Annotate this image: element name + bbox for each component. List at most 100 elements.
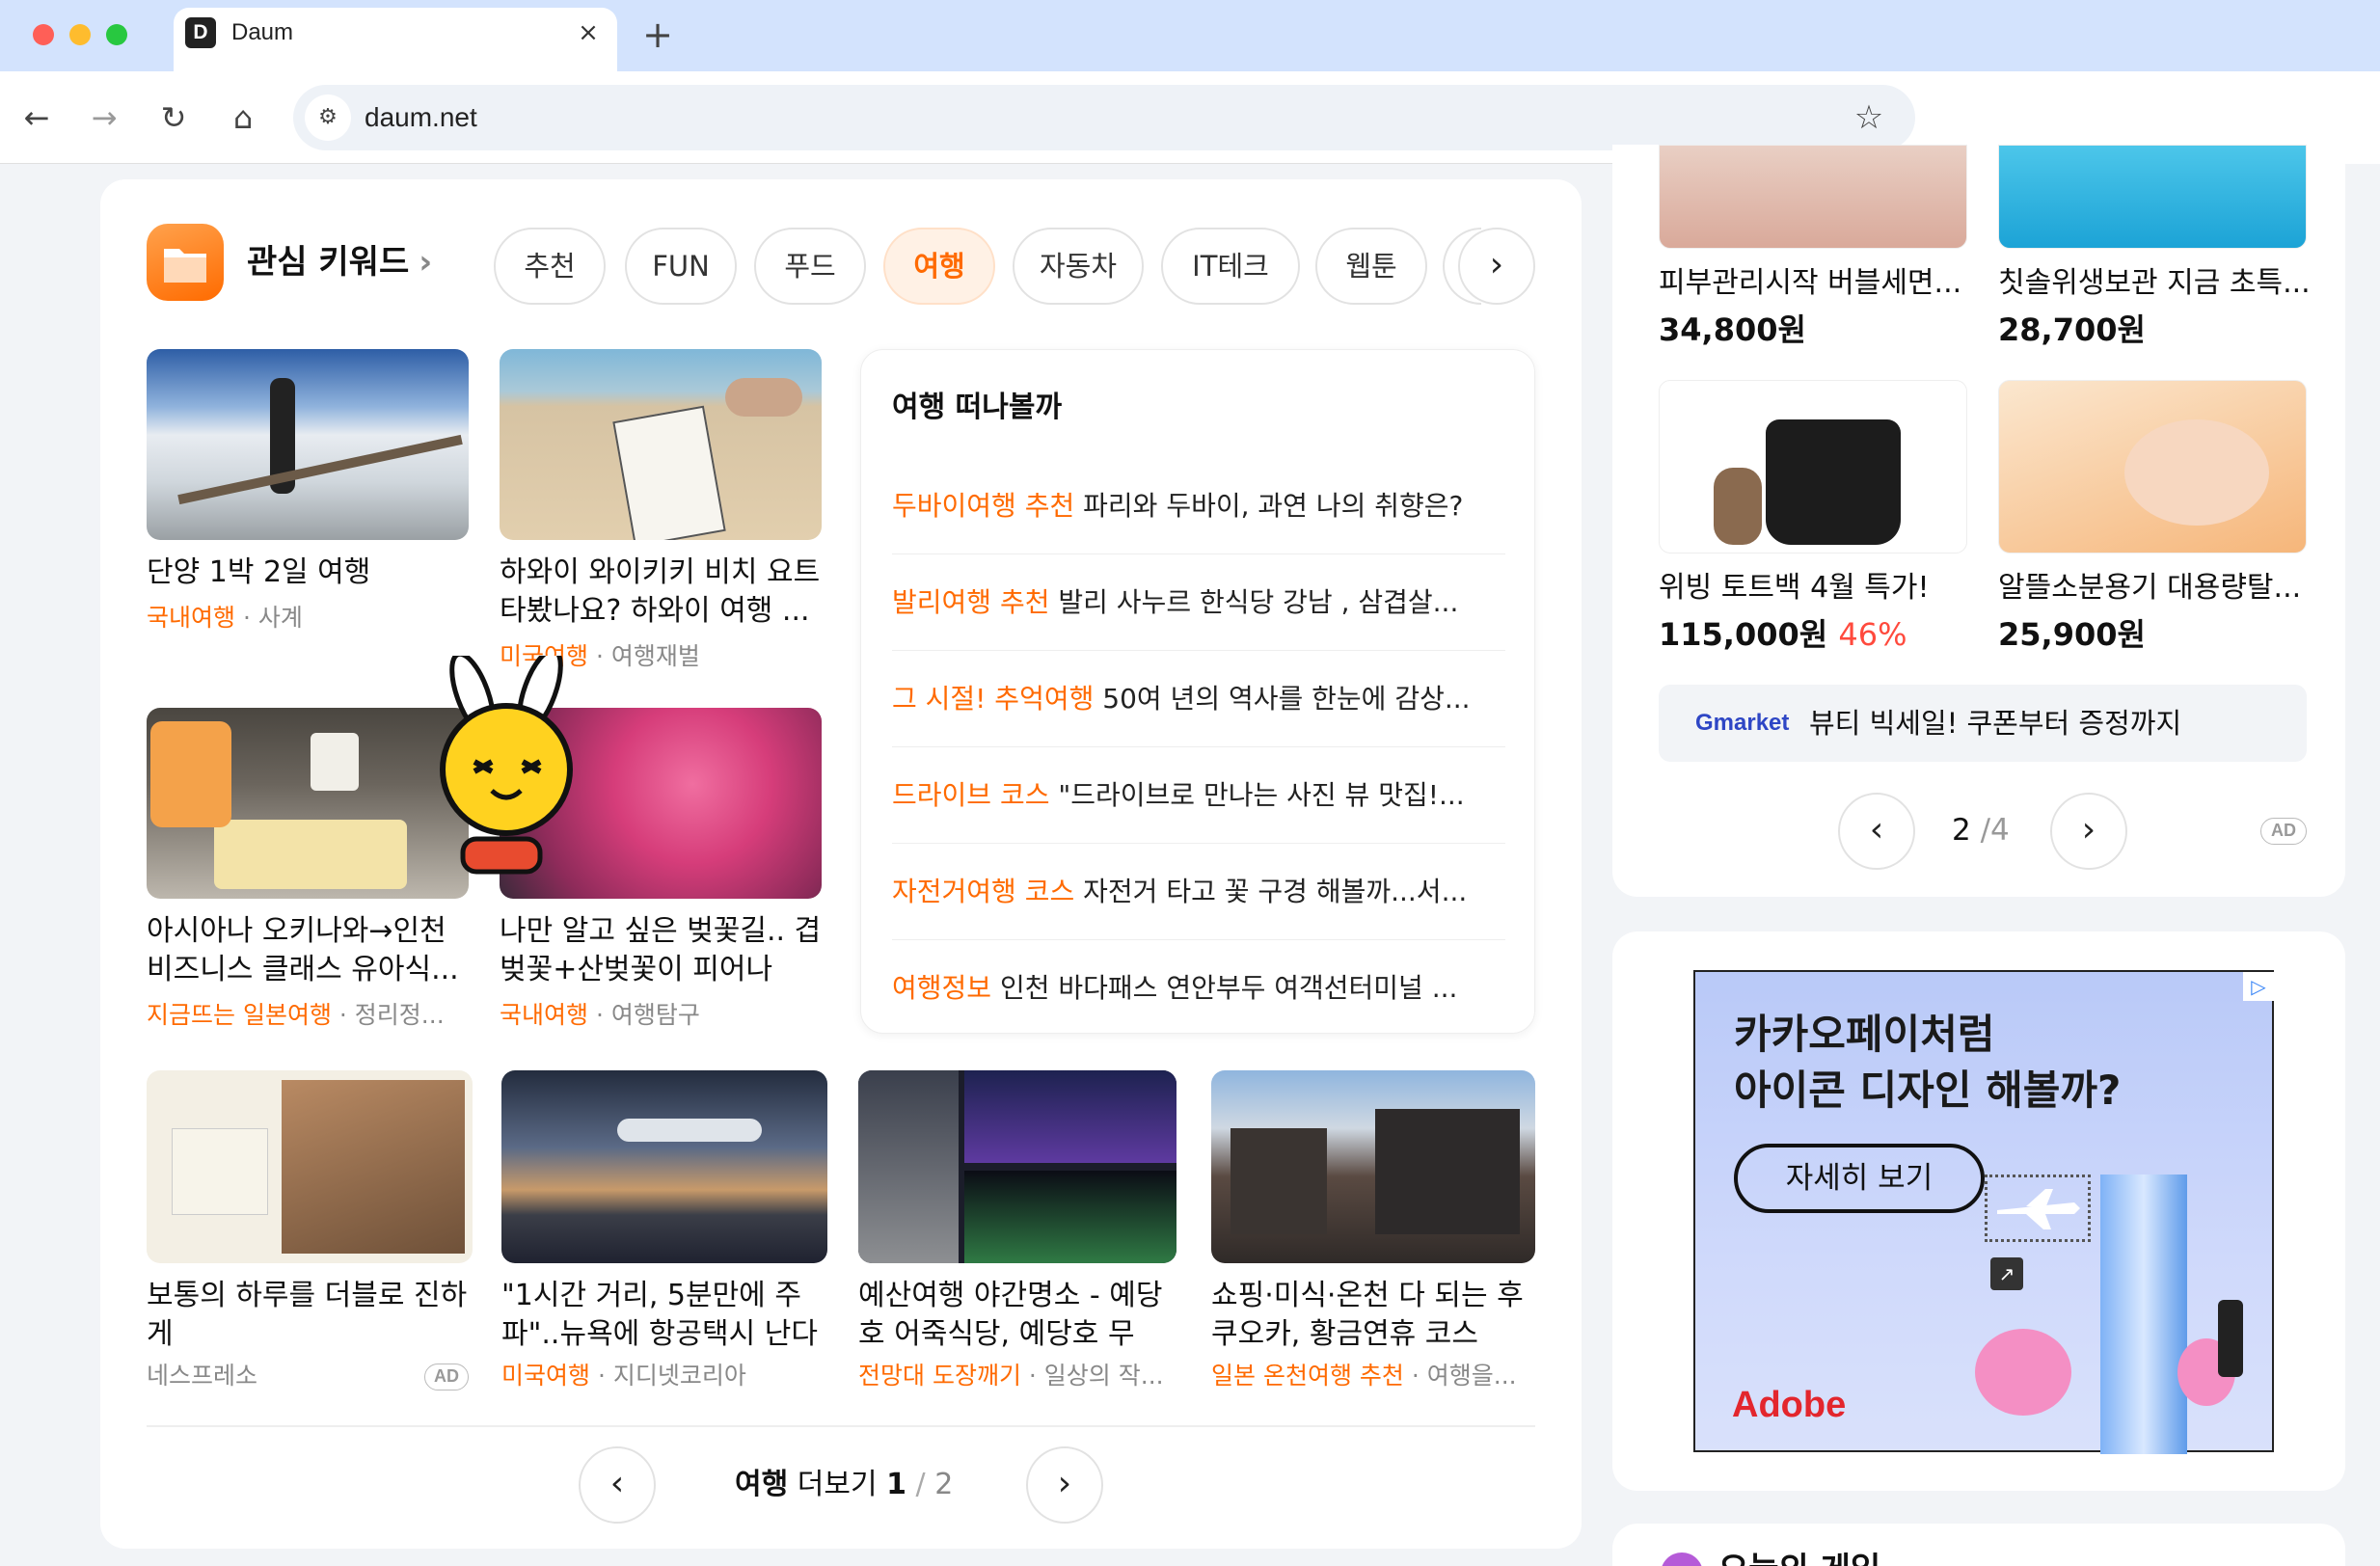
travel-recommend-list: 여행 떠나볼까 두바이여행 추천 파리와 두바이, 과연 나의 취향은? 발리여… bbox=[860, 349, 1535, 1034]
next-page-button[interactable]: › bbox=[1026, 1446, 1103, 1524]
airplane-icon bbox=[1985, 1174, 2091, 1242]
article-title[interactable]: 나만 알고 싶은 벚꽃길.. 겹벚꽃+산벚꽃이 피어나는... bbox=[500, 912, 822, 989]
chip-webtoon[interactable]: 웹툰 bbox=[1315, 228, 1427, 305]
list-title: 여행 떠나볼까 bbox=[892, 391, 1063, 424]
list-item[interactable]: 여행정보 인천 바다패스 연안부두 여객선터미널 ... bbox=[892, 940, 1505, 1037]
next-product-button[interactable]: › bbox=[2050, 793, 2127, 870]
article-meta: 국내여행 · 여행탐구 bbox=[500, 1001, 700, 1029]
chevron-right-icon: › bbox=[2081, 810, 2096, 850]
article-thumbnail[interactable] bbox=[147, 349, 469, 540]
gmarket-logo: Gmarket bbox=[1695, 710, 1790, 736]
article-title[interactable]: 쇼핑·미식·온천 다 되는 후쿠오카, 황금연휴 코스 완... bbox=[1211, 1277, 1539, 1354]
product-name[interactable]: 알뜰소분용기 대용량탈... bbox=[1998, 569, 2316, 608]
reload-icon[interactable]: ↻ bbox=[149, 93, 199, 143]
article-title[interactable]: "1시간 거리, 5분만에 주파"..뉴욕에 항공택시 난다 bbox=[501, 1277, 827, 1354]
article-meta: 전망대 도장깨기 · 일상의 작... bbox=[858, 1362, 1164, 1390]
article-meta: 지금뜨는 일본여행 · 정리정... bbox=[147, 1001, 445, 1029]
article-title[interactable]: 단양 1박 2일 여행 bbox=[147, 554, 469, 592]
tab-title: Daum bbox=[231, 19, 294, 45]
ad-badge: AD bbox=[424, 1364, 469, 1390]
article-title[interactable]: 하와이 와이키키 비치 요트 타봤나요? 하와이 여행 ... bbox=[500, 554, 822, 631]
article-meta: 국내여행 · 사계 bbox=[147, 604, 303, 632]
home-icon[interactable]: ⌂ bbox=[218, 93, 268, 143]
list-item[interactable]: 발리여행 추천 발리 사누르 한식당 강남 , 삼겹살... bbox=[892, 554, 1505, 651]
article-thumbnail[interactable] bbox=[500, 349, 822, 540]
ad-badge: AD bbox=[2260, 818, 2307, 845]
chevron-right-icon: › bbox=[1057, 1464, 1072, 1503]
chip-car[interactable]: 자동차 bbox=[1013, 228, 1144, 305]
chevron-left-icon: ‹ bbox=[1869, 810, 1884, 850]
article-thumbnail[interactable] bbox=[147, 1070, 473, 1263]
article-title[interactable]: 아시아나 오키나와→인천 비즈니스 클래스 유아식... bbox=[147, 912, 469, 989]
product-name[interactable]: 칫솔위생보관 지금 초특... bbox=[1998, 264, 2316, 303]
adobe-banner-ad[interactable]: 카카오페이처럼 아이콘 디자인 해볼까? 자세히 보기 ↗ Adobe ▷ bbox=[1693, 970, 2274, 1454]
chip-scroll-right-button[interactable]: › bbox=[1458, 228, 1535, 305]
keyword-section-title[interactable]: 관심 키워드 › bbox=[247, 239, 432, 285]
banner-headline: 카카오페이처럼 아이콘 디자인 해볼까? bbox=[1734, 1011, 2122, 1114]
back-arrow-icon[interactable]: ← bbox=[12, 93, 62, 143]
close-tab-icon[interactable]: × bbox=[571, 15, 606, 50]
game-card-icon bbox=[1661, 1552, 1703, 1566]
article-thumbnail[interactable] bbox=[858, 1070, 1176, 1263]
article-thumbnail[interactable] bbox=[501, 1070, 827, 1263]
url-text[interactable]: daum.net bbox=[365, 85, 477, 150]
product-image[interactable] bbox=[1998, 145, 2307, 249]
prev-page-button[interactable]: ‹ bbox=[579, 1446, 656, 1524]
control-panel-icon bbox=[2218, 1300, 2243, 1377]
article-thumbnail[interactable] bbox=[1211, 1070, 1535, 1263]
pager-label[interactable]: 여행 더보기 1 / 2 bbox=[735, 1462, 953, 1508]
product-image[interactable] bbox=[1659, 380, 1967, 554]
new-tab-button[interactable]: + bbox=[636, 14, 679, 56]
chip-food[interactable]: 푸드 bbox=[754, 228, 866, 305]
product-image[interactable] bbox=[1659, 145, 1967, 249]
forward-arrow-icon[interactable]: → bbox=[79, 93, 129, 143]
chevron-right-icon: › bbox=[1489, 245, 1504, 284]
chip-fun[interactable]: FUN bbox=[625, 228, 737, 305]
product-price: 34,800원 bbox=[1659, 311, 1806, 348]
promo-text: 뷰티 빅세일! 쿠폰부터 증정까지 bbox=[1809, 707, 2182, 740]
minimize-window-button[interactable] bbox=[69, 24, 91, 45]
product-name[interactable]: 위빙 토트백 4월 특가! bbox=[1659, 569, 1977, 608]
article-title[interactable]: 예산여행 야간명소 - 예당호 어죽식당, 예당호 무료... bbox=[858, 1277, 1186, 1354]
tab-bar: D Daum × + bbox=[0, 0, 2380, 112]
article-meta: 미국여행 · 지디넷코리아 bbox=[501, 1362, 746, 1390]
discount-rate: 46% bbox=[1838, 616, 1907, 653]
chip-travel[interactable]: 여행 bbox=[883, 228, 995, 305]
adchoices-icon[interactable]: ▷ bbox=[2243, 972, 2274, 1001]
bunny-mascot-sticker-icon bbox=[405, 647, 617, 887]
tower-illustration-icon bbox=[2100, 1174, 2187, 1454]
list-item[interactable]: 두바이여행 추천 파리와 두바이, 과연 나의 취향은? bbox=[892, 458, 1505, 554]
tree-illustration-icon bbox=[1975, 1329, 2071, 1416]
product-name[interactable]: 피부관리시작 버블세면... bbox=[1659, 264, 1977, 303]
article-title[interactable]: 보통의 하루를 더블로 진하게 bbox=[147, 1277, 473, 1354]
chip-it-tech[interactable]: IT테크 bbox=[1161, 228, 1300, 305]
divider bbox=[147, 1425, 1535, 1427]
article-source: 네스프레소 bbox=[147, 1362, 258, 1390]
adobe-logo: Adobe bbox=[1732, 1385, 1847, 1425]
game-card: 오늘의 게임 bbox=[1612, 1524, 2345, 1566]
address-bar[interactable]: ⚙ daum.net ☆ bbox=[293, 85, 1915, 150]
prev-product-button[interactable]: ‹ bbox=[1838, 793, 1915, 870]
close-window-button[interactable] bbox=[33, 24, 54, 45]
site-settings-icon[interactable]: ⚙ bbox=[305, 94, 351, 141]
bookmark-star-icon[interactable]: ☆ bbox=[1844, 93, 1894, 143]
banner-detail-button[interactable]: 자세히 보기 bbox=[1734, 1144, 1985, 1213]
product-price: 115,000원 46% bbox=[1659, 616, 1907, 653]
product-pager: 2 /4 bbox=[1952, 813, 2010, 848]
game-card-title: 오늘의 게임 bbox=[1718, 1547, 1880, 1566]
list-item[interactable]: 그 시절! 추억여행 50여 년의 역사를 한눈에 감상... bbox=[892, 651, 1505, 747]
edit-icon: ↗ bbox=[1990, 1257, 2023, 1290]
list-item[interactable]: 드라이브 코스 "드라이브로 만나는 사진 뷰 맛집!... bbox=[892, 747, 1505, 844]
zoom-window-button[interactable] bbox=[106, 24, 127, 45]
product-image[interactable] bbox=[1998, 380, 2307, 554]
product-price: 28,700원 bbox=[1998, 311, 2146, 348]
daum-favicon-icon: D bbox=[185, 17, 216, 48]
chevron-right-icon: › bbox=[419, 243, 433, 282]
chip-recommend[interactable]: 추천 bbox=[494, 228, 606, 305]
folder-icon bbox=[147, 224, 224, 301]
gmarket-promo-bar[interactable]: Gmarket 뷰티 빅세일! 쿠폰부터 증정까지 bbox=[1659, 685, 2307, 762]
product-price: 25,900원 bbox=[1998, 616, 2146, 653]
browser-tab[interactable]: D Daum × bbox=[174, 8, 617, 71]
chevron-left-icon: ‹ bbox=[609, 1464, 625, 1503]
list-item[interactable]: 자전거여행 코스 자전거 타고 꽃 구경 해볼까...서... bbox=[892, 844, 1505, 940]
